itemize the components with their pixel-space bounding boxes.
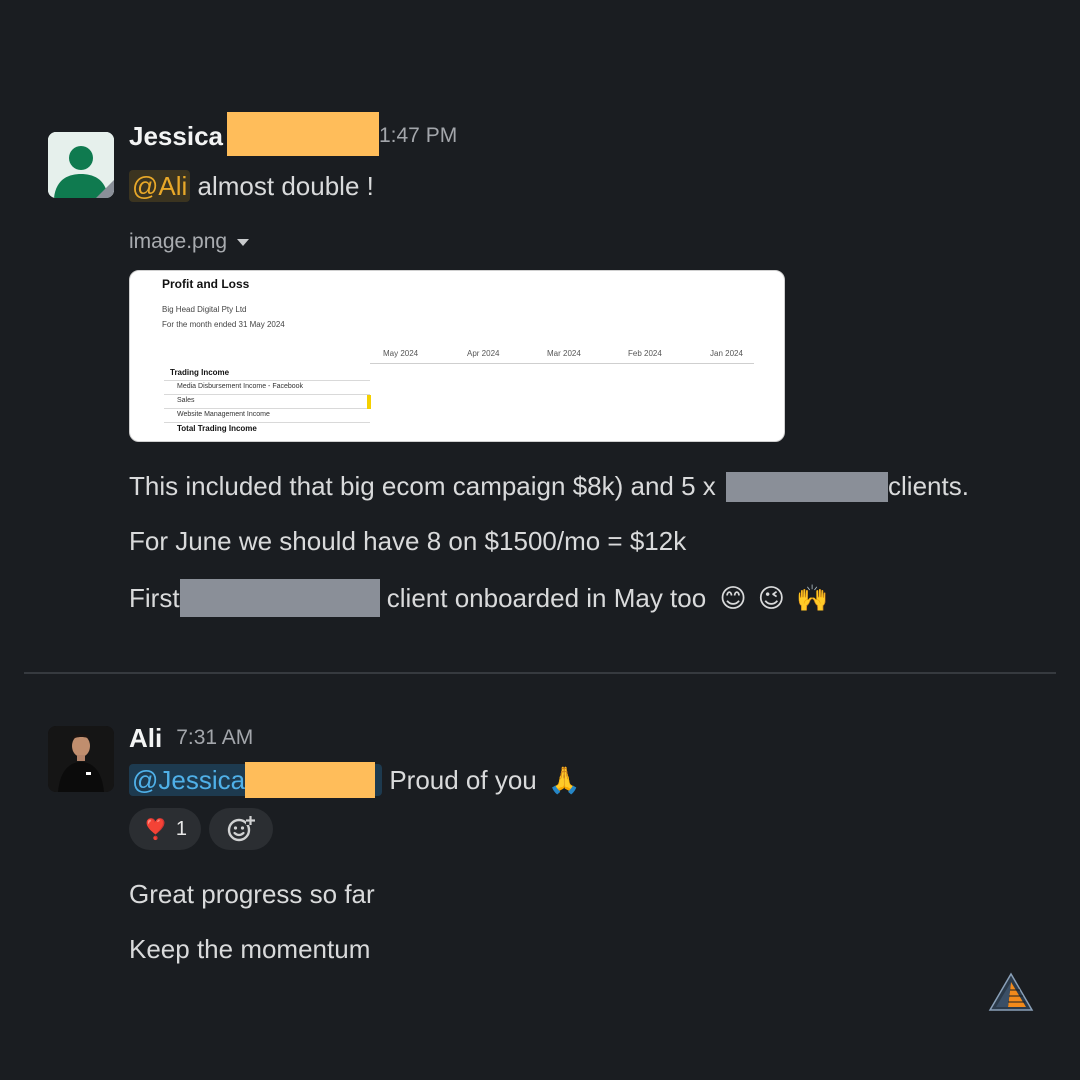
- report-column: Apr 2024: [467, 349, 500, 358]
- smile-emoji-icon: 😊: [719, 583, 747, 613]
- report-total: Total Trading Income: [177, 424, 257, 433]
- add-emoji-icon: [227, 816, 256, 842]
- report-column: Feb 2024: [628, 349, 662, 358]
- mention-text: @Jessica: [132, 765, 246, 795]
- report-row: Website Management Income: [177, 411, 270, 418]
- highlight-marker: [367, 395, 371, 409]
- mention-jessica[interactable]: @Jessica: [129, 762, 383, 798]
- report-row: Sales: [177, 397, 195, 404]
- redacted-surname: [245, 762, 376, 798]
- report-row: Media Disbursement Income - Facebook: [177, 383, 304, 390]
- file-name: image.png: [129, 230, 228, 253]
- timestamp[interactable]: 7:31 AM: [176, 726, 253, 750]
- report-row-line: [164, 422, 370, 423]
- redacted-text: [726, 472, 889, 502]
- heart-exclamation-icon: ❣️: [143, 818, 168, 841]
- message-content-ali: Ali 7:31 AM @Jessica Proud of you 🙏 ❣️ 1: [129, 720, 1050, 964]
- chevron-down-icon[interactable]: [237, 238, 250, 246]
- avatar-ali[interactable]: [48, 726, 114, 792]
- add-reaction-button[interactable]: [209, 808, 274, 850]
- sender-name[interactable]: Ali: [129, 723, 162, 754]
- reaction-heart[interactable]: ❣️ 1: [129, 808, 202, 850]
- brand-logo-icon: [988, 972, 1034, 1011]
- reaction-count: 1: [175, 817, 188, 840]
- reactions-bar: ❣️ 1: [129, 808, 274, 850]
- message-line: This included that big ecom campaign $8k…: [129, 469, 969, 503]
- message-line: @Ali almost double !: [129, 169, 374, 203]
- wink-emoji-icon: 😉: [757, 583, 785, 613]
- message-line: Keep the momentum: [129, 934, 371, 964]
- report-row-line: [164, 408, 370, 409]
- message-line: Great progress so far: [129, 879, 375, 909]
- sender-name[interactable]: Jessica: [129, 121, 223, 152]
- message-header: Jessica 1:47 PM: [129, 112, 1050, 156]
- default-user-avatar-icon: [48, 132, 114, 198]
- report-title: Profit and Loss: [162, 277, 250, 291]
- message-divider: [24, 672, 1056, 674]
- report-column: Jan 2024: [710, 349, 743, 358]
- user-photo-icon: [48, 726, 114, 792]
- folded-hands-emoji-icon: 🙏: [547, 765, 581, 795]
- redacted-text: [179, 579, 380, 617]
- mention-ali[interactable]: @Ali: [129, 170, 191, 202]
- message-line: First client onboarded in May too 😊 😉 🙌: [129, 579, 829, 617]
- report-column: Mar 2024: [547, 349, 581, 358]
- message-text: client onboarded in May too: [379, 583, 707, 613]
- message-text: clients.: [888, 471, 969, 501]
- redacted-surname: [226, 112, 379, 156]
- message-content-jessica: Jessica 1:47 PM @Ali almost double ! ima…: [129, 112, 1050, 617]
- message-text: This included that big ecom campaign $8k…: [129, 471, 716, 501]
- message-header: Ali 7:31 AM: [129, 720, 1050, 756]
- report-period: For the month ended 31 May 2024: [162, 320, 285, 329]
- message-text: Proud of you: [382, 765, 537, 795]
- report-company: Big Head Digital Pty Ltd: [162, 305, 247, 314]
- report-section: Trading Income: [170, 368, 230, 377]
- report-row-line: [164, 380, 370, 381]
- message-line: For June we should have 8 on $1500/mo = …: [129, 526, 687, 556]
- raised-hands-emoji-icon: 🙌: [796, 583, 829, 613]
- message-line: @Jessica Proud of you 🙏: [129, 762, 580, 798]
- avatar-jessica[interactable]: [48, 132, 114, 198]
- image-attachment[interactable]: Profit and Loss Big Head Digital Pty Ltd…: [129, 270, 785, 442]
- message-text: First: [129, 583, 180, 613]
- file-label[interactable]: image.png: [129, 230, 250, 254]
- timestamp[interactable]: 1:47 PM: [379, 124, 457, 148]
- report-row-line: [164, 394, 370, 395]
- message-text: almost double !: [190, 171, 374, 201]
- report-column: May 2024: [383, 349, 419, 358]
- report-divider: [370, 363, 754, 364]
